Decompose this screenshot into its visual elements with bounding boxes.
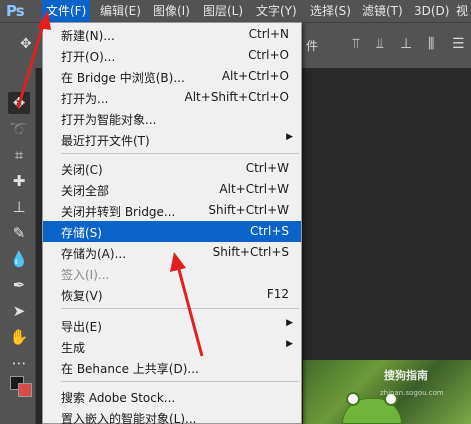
hand-tool-icon[interactable]: ✋	[8, 326, 30, 348]
menu-item-label: 存储为(A)...	[61, 247, 127, 261]
menu-item-shortcut: Alt+Ctrl+O	[221, 69, 289, 83]
menu-item-label: 关闭(C)	[61, 163, 103, 177]
menu-item-check-in: 签入(I)...	[43, 263, 301, 284]
menu-image[interactable]: 图像(I)	[153, 0, 190, 22]
menu-item-place-embedded[interactable]: 置入嵌入的智能对象(L)...	[43, 407, 301, 424]
menu-item-label: 打开(O)...	[61, 50, 116, 64]
watermark-url: zhinan.sogou.com	[380, 389, 444, 397]
menu-item-save[interactable]: 存储(S) Ctrl+S	[43, 221, 301, 242]
move-tool-icon[interactable]: ✥	[8, 92, 30, 114]
align-middle-icon[interactable]: ⫫	[376, 36, 384, 52]
move-icon[interactable]: ✥	[20, 36, 32, 52]
menu-type[interactable]: 文字(Y)	[256, 0, 297, 22]
watermark-text: 搜狗指南	[384, 369, 428, 382]
menu-item-search-adobe-stock[interactable]: 搜索 Adobe Stock...	[43, 386, 301, 407]
tools-panel: ✥ ➰ ⌗ ✚ ⊥ ✎ 💧 ✒ ➤ ✋ ⋯	[0, 68, 36, 424]
menu-item-export[interactable]: 导出(E) ▶	[43, 315, 301, 336]
file-menu-dropdown: 新建(N)... Ctrl+N 打开(O)... Ctrl+O 在 Bridge…	[42, 22, 302, 424]
menu-item-shortcut: Alt+Shift+Ctrl+O	[184, 90, 289, 104]
menu-item-label: 新建(N)...	[61, 29, 115, 43]
menu-item-close-go-bridge[interactable]: 关闭并转到 Bridge... Shift+Ctrl+W	[43, 200, 301, 221]
menu-select[interactable]: 选择(S)	[310, 0, 351, 22]
menu-item-close-all[interactable]: 关闭全部 Alt+Ctrl+W	[43, 179, 301, 200]
blur-tool-icon[interactable]: 💧	[8, 248, 30, 270]
menu-edit[interactable]: 编辑(E)	[100, 0, 141, 22]
background-color-swatch[interactable]	[18, 383, 32, 397]
selection-arrow-icon[interactable]: ➤	[8, 300, 30, 322]
menu-item-label: 导出(E)	[61, 320, 102, 334]
stamp-tool-icon[interactable]: ⊥	[8, 196, 30, 218]
menu-item-shortcut: Alt+Ctrl+W	[219, 182, 289, 196]
menu-item-revert[interactable]: 恢复(V) F12	[43, 284, 301, 305]
eraser-tool-icon[interactable]: ✎	[8, 222, 30, 244]
menu-item-shortcut: Ctrl+W	[245, 161, 289, 175]
menu-item-shortcut: Ctrl+O	[248, 48, 289, 62]
crop-tool-icon[interactable]: ⌗	[8, 144, 30, 166]
menu-item-generate[interactable]: 生成 ▶	[43, 336, 301, 357]
options-label: 件	[306, 39, 319, 53]
menu-separator	[61, 381, 299, 382]
menu-item-label: 最近打开文件(T)	[61, 134, 150, 148]
align-top-icon[interactable]: ⫪	[352, 36, 360, 52]
menu-file[interactable]: 文件(F)	[42, 0, 91, 22]
menu-item-shortcut: Ctrl+N	[248, 27, 289, 41]
menu-layer[interactable]: 图层(L)	[203, 0, 243, 22]
menu-item-recent-files[interactable]: 最近打开文件(T) ▶	[43, 129, 301, 150]
menu-item-browse-bridge[interactable]: 在 Bridge 中浏览(B)... Alt+Ctrl+O	[43, 66, 301, 87]
menu-item-shortcut: F12	[266, 287, 289, 301]
menu-item-shortcut: Shift+Ctrl+W	[208, 203, 289, 217]
menu-item-label: 打开为...	[61, 92, 109, 106]
align-bottom-icon[interactable]: ⊥	[400, 36, 412, 52]
menu-view[interactable]: 视	[456, 0, 468, 22]
menu-item-share-behance[interactable]: 在 Behance 上共享(D)...	[43, 357, 301, 378]
menu-item-save-as[interactable]: 存储为(A)... Shift+Ctrl+S	[43, 242, 301, 263]
healing-brush-icon[interactable]: ✚	[8, 170, 30, 192]
menu-item-shortcut: Shift+Ctrl+S	[212, 245, 289, 259]
menu-item-label: 关闭全部	[61, 184, 110, 198]
menu-item-close[interactable]: 关闭(C) Ctrl+W	[43, 158, 301, 179]
menu-item-label: 关闭并转到 Bridge...	[61, 205, 176, 219]
menu-item-label: 在 Bridge 中浏览(B)...	[61, 71, 185, 85]
pen-tool-icon[interactable]: ✒	[8, 274, 30, 296]
more-tools-icon[interactable]: ⋯	[8, 352, 30, 374]
menu-3d[interactable]: 3D(D)	[414, 0, 449, 22]
menu-bar: Ps 文件(F) 编辑(E) 图像(I) 图层(L) 文字(Y) 选择(S) 滤…	[0, 0, 471, 22]
menu-item-label: 存储(S)	[61, 226, 102, 240]
lasso-tool-icon[interactable]: ➰	[8, 118, 30, 140]
menu-item-open[interactable]: 打开(O)... Ctrl+O	[43, 45, 301, 66]
menu-item-label: 打开为智能对象...	[61, 113, 157, 127]
menu-item-label: 签入(I)...	[61, 268, 110, 282]
menu-separator	[61, 308, 299, 309]
frog-eye-left	[346, 392, 360, 406]
photoshop-logo: Ps	[6, 2, 25, 20]
menu-item-shortcut: Ctrl+S	[249, 224, 289, 238]
menu-filter[interactable]: 滤镜(T)	[362, 0, 403, 22]
menu-item-label: 搜索 Adobe Stock...	[61, 391, 176, 405]
menu-item-open-smart-object[interactable]: 打开为智能对象...	[43, 108, 301, 129]
chevron-right-icon: ▶	[286, 318, 293, 328]
menu-separator	[61, 153, 299, 154]
menu-item-label: 恢复(V)	[61, 289, 103, 303]
menu-item-label: 在 Behance 上共享(D)...	[61, 362, 199, 376]
distribute-horizontal-icon[interactable]: ☰	[452, 36, 465, 52]
menu-item-label: 置入嵌入的智能对象(L)...	[61, 412, 197, 424]
distribute-icon[interactable]: ⫼	[428, 36, 434, 52]
menu-item-label: 生成	[61, 341, 86, 355]
menu-item-new[interactable]: 新建(N)... Ctrl+N	[43, 24, 301, 45]
menu-item-open-as[interactable]: 打开为... Alt+Shift+Ctrl+O	[43, 87, 301, 108]
chevron-right-icon: ▶	[286, 132, 293, 142]
chevron-right-icon: ▶	[286, 339, 293, 349]
